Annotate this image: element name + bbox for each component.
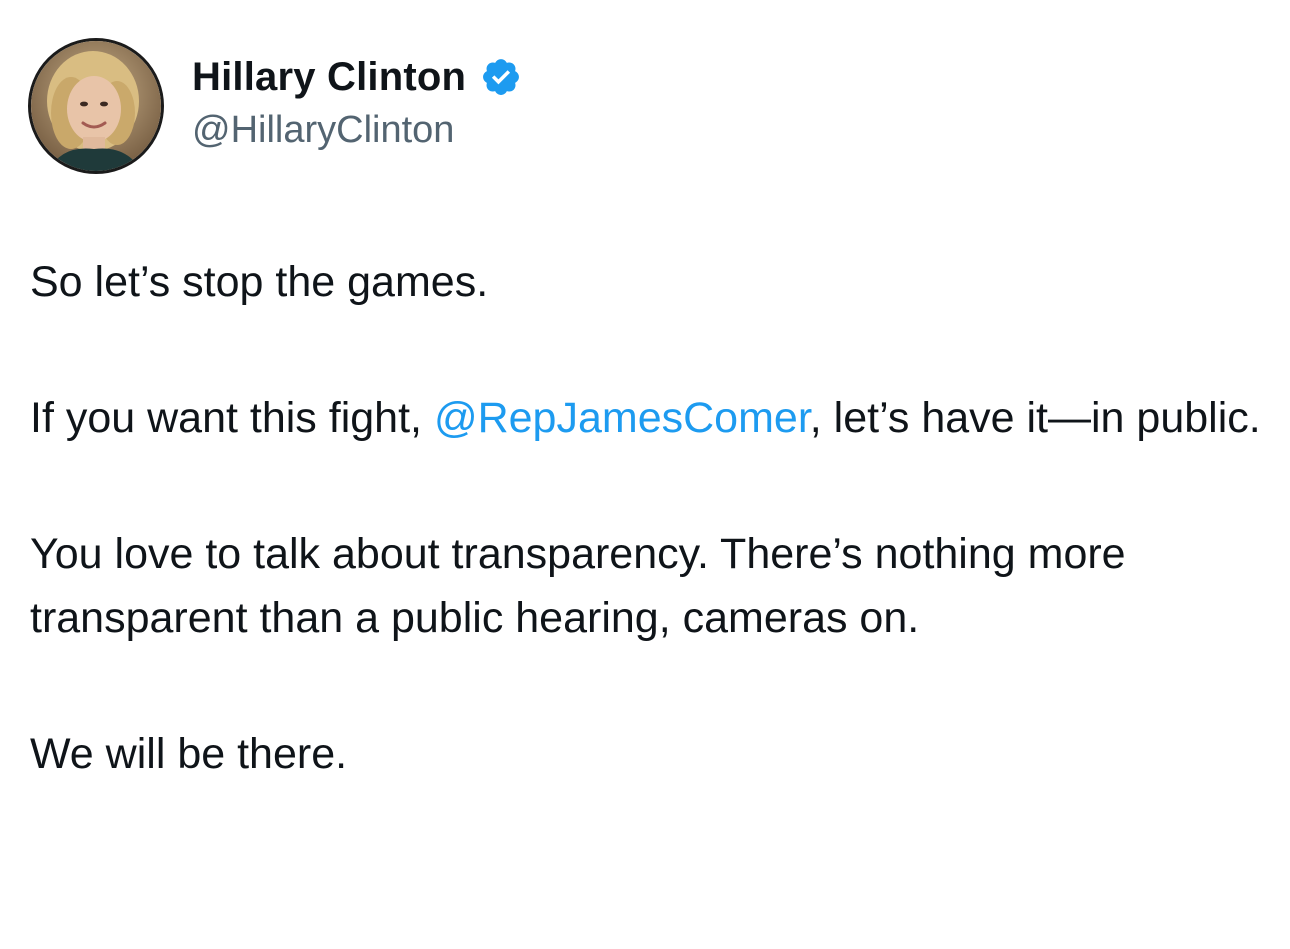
author-names: Hillary Clinton @HillaryClinton xyxy=(192,52,522,154)
paragraph-text-before-mention: If you want this fight, xyxy=(30,394,434,442)
author-display-name[interactable]: Hillary Clinton xyxy=(192,52,466,102)
tweet-header: Hillary Clinton @HillaryClinton xyxy=(28,38,522,174)
tweet-card: Hillary Clinton @HillaryClinton So let’s… xyxy=(0,0,1290,949)
tweet-text: So let’s stop the games. If you want thi… xyxy=(30,250,1270,786)
tweet-paragraph: You love to talk about transparency. The… xyxy=(30,530,1126,642)
verified-badge-icon[interactable] xyxy=(480,56,522,98)
paragraph-text-after-mention: , let’s have it—in public. xyxy=(809,394,1261,442)
tweet-paragraph: If you want this fight, @RepJamesComer, … xyxy=(30,386,1270,450)
avatar-image xyxy=(31,41,161,171)
tweet-paragraph: We will be there. xyxy=(30,730,348,778)
tweet-paragraph: So let’s stop the games. xyxy=(30,258,489,306)
mention-link[interactable]: @RepJamesComer xyxy=(434,394,810,442)
author-handle[interactable]: @HillaryClinton xyxy=(192,106,522,154)
author-name-row[interactable]: Hillary Clinton xyxy=(192,52,522,102)
avatar[interactable] xyxy=(28,38,164,174)
